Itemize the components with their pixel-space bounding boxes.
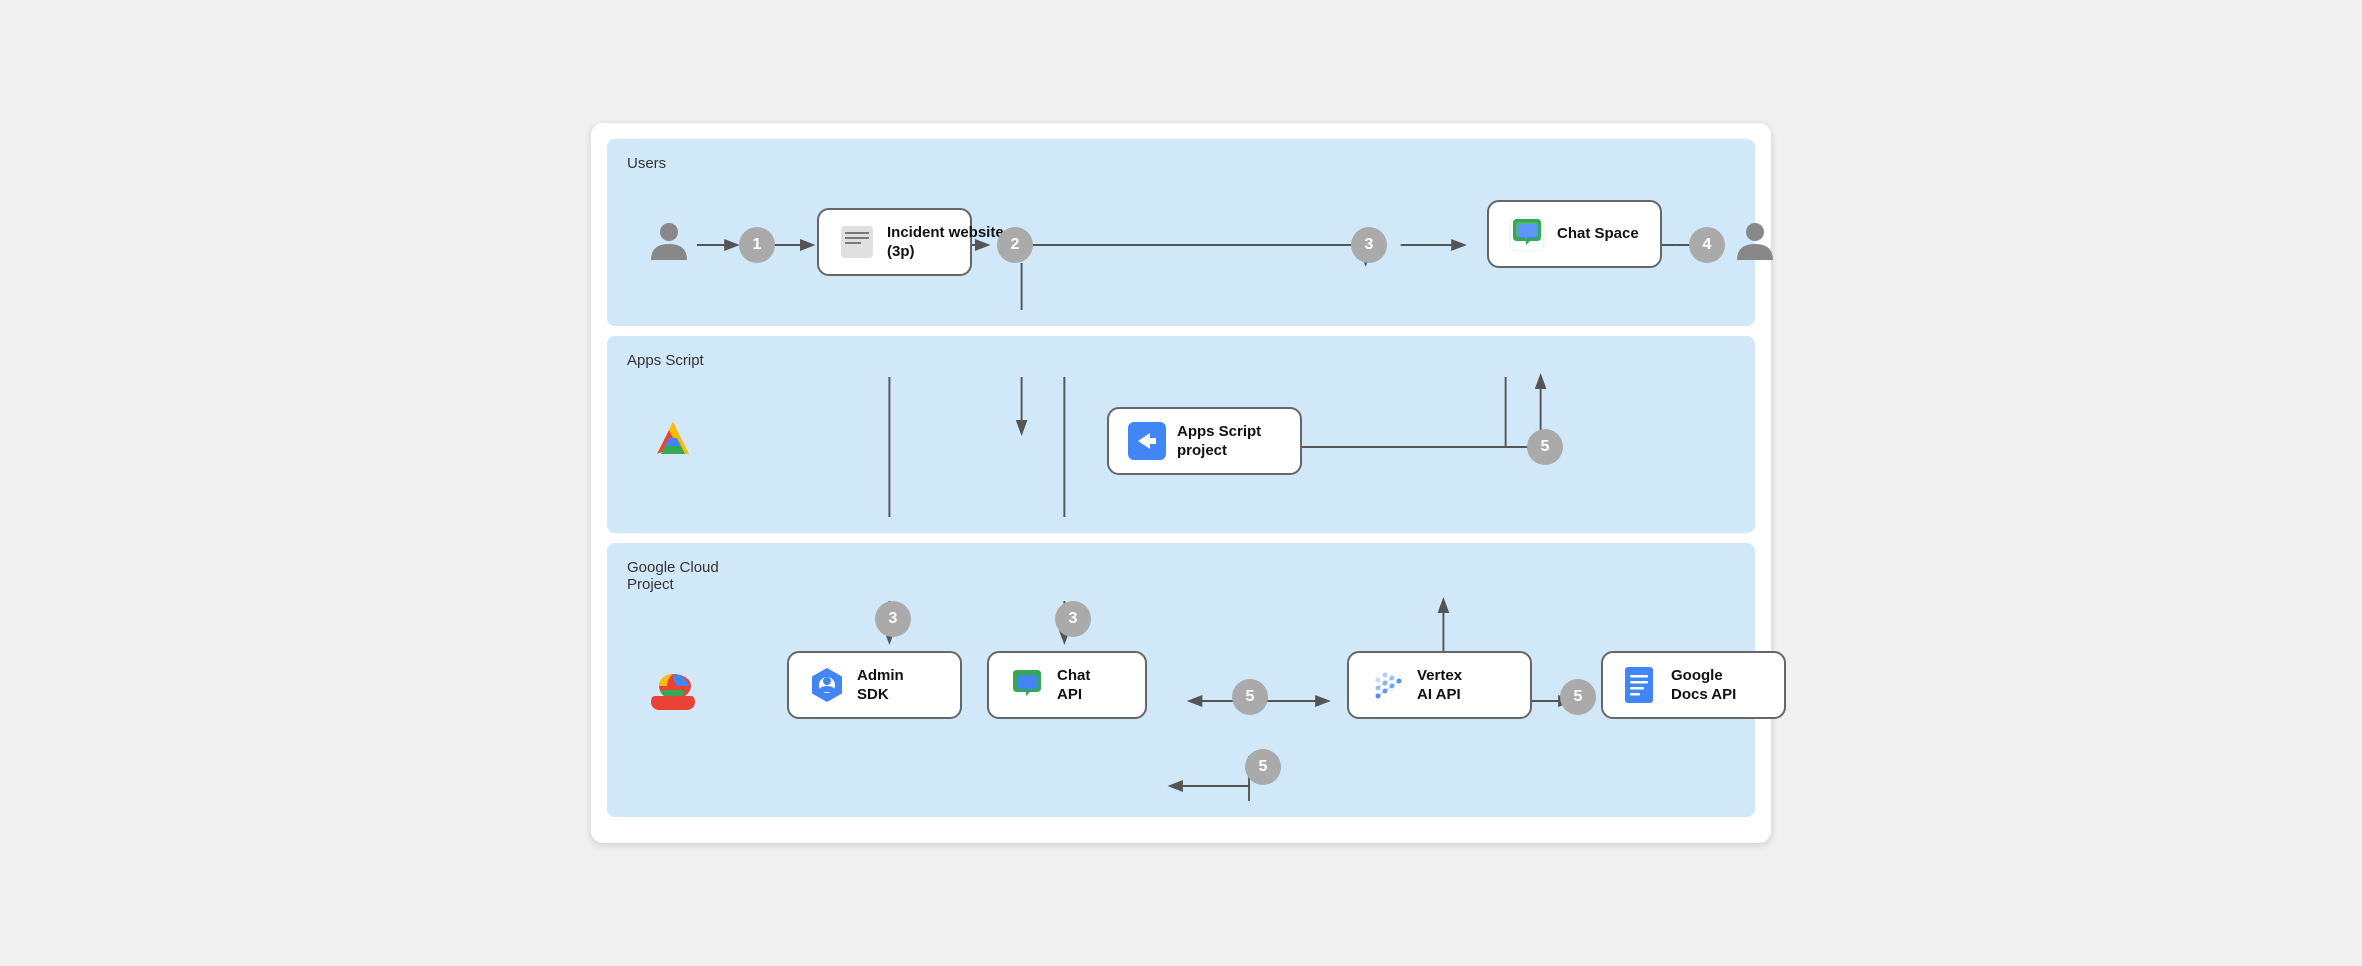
vertex-ai-node: VertexAI API: [1347, 651, 1532, 719]
chat-space-node: Chat Space: [1487, 200, 1662, 268]
apps-script-project-icon: [1127, 421, 1167, 461]
step-3-users-circle: 3: [1351, 227, 1387, 263]
step-5-chatapi-circle: 5: [1232, 679, 1268, 715]
chat-api-node: ChatAPI: [987, 651, 1147, 719]
chat-api-icon: [1007, 665, 1047, 705]
incident-website-label: Incident website(3p): [887, 223, 1004, 262]
apps-script-lane-label: Apps Script: [627, 352, 1735, 369]
apps-script-lane: Apps Script: [607, 336, 1755, 533]
user-person-right: [1733, 218, 1777, 267]
chat-space-icon: [1507, 214, 1547, 254]
step-5-apps-circle: 5: [1527, 429, 1563, 465]
step-5-vertex-circle: 5: [1560, 679, 1596, 715]
user-person-left: [647, 218, 691, 267]
apps-script-project-label: Apps Scriptproject: [1177, 422, 1261, 461]
gcp-logo: [647, 666, 699, 723]
apps-script-logo: [647, 412, 699, 469]
gcp-lane: Google CloudProject: [607, 543, 1755, 817]
google-docs-icon: [1621, 665, 1661, 705]
users-lane-label: Users: [627, 155, 1735, 172]
step-5-bottom-circle: 5: [1245, 749, 1281, 785]
step-3-chat-circle: 3: [1055, 601, 1091, 637]
step-1-circle: 1: [739, 227, 775, 263]
step-4-circle: 4: [1689, 227, 1725, 263]
apps-script-project-node: Apps Scriptproject: [1107, 407, 1302, 475]
vertex-ai-icon: [1367, 665, 1407, 705]
incident-website-icon: [837, 222, 877, 262]
users-lane: Users: [607, 139, 1755, 326]
step-3-admin-circle: 3: [875, 601, 911, 637]
admin-sdk-node: AdminSDK: [787, 651, 962, 719]
google-docs-label: GoogleDocs API: [1671, 666, 1736, 705]
vertex-ai-label: VertexAI API: [1417, 666, 1462, 705]
chat-api-label: ChatAPI: [1057, 666, 1090, 705]
google-docs-node: GoogleDocs API: [1601, 651, 1786, 719]
gcp-lane-label: Google CloudProject: [627, 559, 1735, 593]
admin-sdk-label: AdminSDK: [857, 666, 904, 705]
admin-sdk-icon: [807, 665, 847, 705]
diagram-container: Users: [591, 123, 1771, 843]
step-2-circle: 2: [997, 227, 1033, 263]
chat-space-label: Chat Space: [1557, 224, 1639, 244]
incident-website-node: Incident website(3p): [817, 208, 972, 276]
